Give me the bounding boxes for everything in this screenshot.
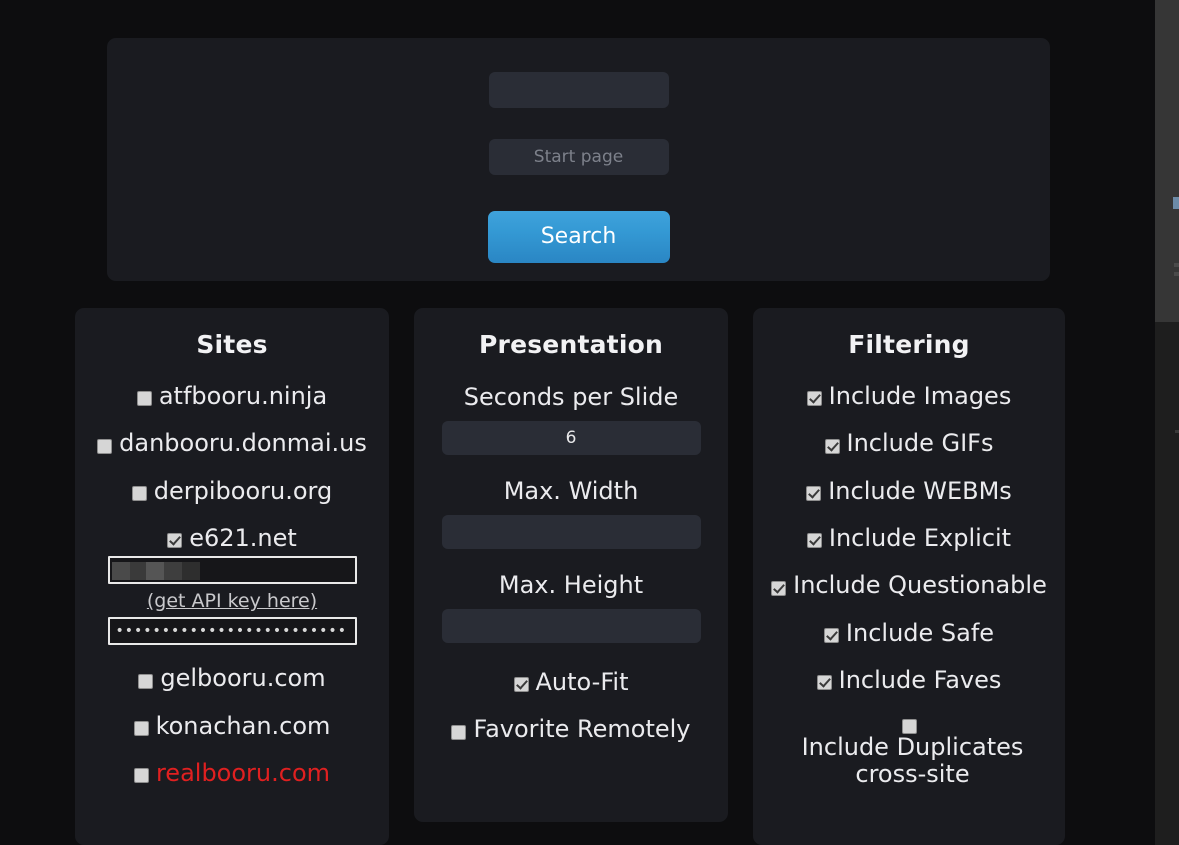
seconds-per-slide-input[interactable]	[441, 421, 701, 455]
card-sites: Sites atfbooru.ninja danbooru.donmai.us …	[75, 308, 389, 845]
site-label-danbooru: danbooru.donmai.us	[119, 429, 367, 458]
checkbox-icon-e621[interactable]	[167, 533, 183, 549]
max-height-input[interactable]	[441, 609, 701, 643]
filter-label-explicit: Include Explicit	[828, 524, 1012, 553]
filter-row-images[interactable]: Include Images	[765, 382, 1053, 410]
presentation-label-auto-fit: Auto-Fit	[535, 668, 629, 696]
checkbox-icon-konachan[interactable]	[133, 720, 149, 736]
e621-username-input[interactable]	[107, 556, 357, 585]
scrollbar-marker	[1174, 272, 1179, 276]
page-content: Search Sites atfbooru.ninja danbooru.don…	[0, 0, 1155, 845]
site-row-gelbooru[interactable]: gelbooru.com	[87, 665, 377, 692]
e621-api-key-input[interactable]	[107, 617, 357, 646]
checkbox-icon-danbooru[interactable]	[97, 438, 113, 454]
presentation-row-favorite-remotely[interactable]: Favorite Remotely	[426, 715, 716, 744]
filter-row-gifs[interactable]: Include GIFs	[765, 429, 1053, 458]
card-presentation-title: Presentation	[479, 330, 663, 359]
browser-viewport: Search Sites atfbooru.ninja danbooru.don…	[0, 0, 1179, 845]
filter-label-questionable: Include Questionable	[793, 571, 1047, 600]
site-label-atfbooru: atfbooru.ninja	[158, 382, 328, 410]
card-sites-title: Sites	[196, 330, 268, 359]
scrollbar-marker	[1174, 263, 1179, 267]
site-label-e621: e621.net	[189, 524, 297, 553]
site-row-atfbooru[interactable]: atfbooru.ninja	[87, 382, 377, 410]
checkbox-icon-gelbooru[interactable]	[138, 673, 154, 689]
start-page-input[interactable]	[488, 139, 669, 175]
site-row-konachan[interactable]: konachan.com	[87, 711, 377, 740]
max-width-input[interactable]	[441, 515, 701, 549]
presentation-label-favorite-remotely: Favorite Remotely	[473, 715, 691, 744]
checkbox-icon-derpibooru[interactable]	[131, 485, 147, 501]
checkbox-icon-include-gifs[interactable]	[824, 438, 840, 454]
checkbox-icon-include-faves[interactable]	[816, 675, 832, 691]
card-filtering: Filtering Include Images Include GIFs In…	[753, 308, 1065, 845]
checkbox-icon-atfbooru[interactable]	[136, 391, 152, 407]
label-max-height: Max. Height	[498, 571, 644, 599]
site-label-realbooru: realbooru.com	[155, 759, 331, 788]
e621-credentials: (get API key here)	[87, 556, 377, 646]
label-seconds-per-slide: Seconds per Slide	[463, 383, 679, 411]
filter-row-questionable[interactable]: Include Questionable	[765, 572, 1053, 599]
site-label-konachan: konachan.com	[155, 711, 331, 740]
filter-row-duplicates[interactable]: Include Duplicates cross-site	[765, 715, 1053, 789]
tags-search-input[interactable]	[488, 72, 669, 108]
filter-row-webms[interactable]: Include WEBMs	[765, 476, 1053, 505]
checkbox-icon-auto-fit[interactable]	[513, 677, 529, 693]
checkbox-icon-favorite-remotely[interactable]	[451, 724, 467, 740]
site-label-gelbooru: gelbooru.com	[160, 664, 326, 693]
options-cards: Sites atfbooru.ninja danbooru.donmai.us …	[0, 308, 1155, 845]
filter-row-faves[interactable]: Include Faves	[765, 666, 1053, 695]
checkbox-icon-include-explicit[interactable]	[806, 533, 822, 549]
site-row-danbooru[interactable]: danbooru.donmai.us	[87, 429, 377, 458]
checkbox-icon-include-images[interactable]	[806, 391, 822, 407]
checkbox-icon-include-duplicates[interactable]	[901, 718, 917, 734]
get-api-key-link[interactable]: (get API key here)	[87, 590, 377, 612]
scrollbar-find-marker	[1173, 197, 1179, 209]
filter-label-webms: Include WEBMs	[828, 476, 1012, 505]
checkbox-icon-include-webms[interactable]	[806, 485, 822, 501]
filter-label-duplicates: Include Duplicates cross-site	[801, 732, 1024, 788]
label-max-width: Max. Width	[503, 477, 639, 505]
filter-row-explicit[interactable]: Include Explicit	[765, 524, 1053, 553]
filter-label-safe: Include Safe	[845, 618, 995, 647]
site-label-derpibooru: derpibooru.org	[153, 476, 333, 505]
filter-row-safe[interactable]: Include Safe	[765, 618, 1053, 647]
site-row-e621[interactable]: e621.net	[87, 524, 377, 553]
checkbox-icon-include-safe[interactable]	[823, 627, 839, 643]
vertical-scrollbar[interactable]	[1155, 0, 1179, 845]
filter-label-images: Include Images	[828, 382, 1012, 410]
site-row-realbooru[interactable]: realbooru.com	[87, 759, 377, 788]
checkbox-icon-realbooru[interactable]	[133, 768, 149, 784]
card-presentation: Presentation Seconds per Slide Max. Widt…	[414, 308, 728, 822]
card-filtering-title: Filtering	[848, 330, 970, 359]
search-button[interactable]: Search	[487, 211, 670, 263]
presentation-row-auto-fit[interactable]: Auto-Fit	[426, 668, 716, 696]
filter-label-gifs: Include GIFs	[846, 429, 994, 458]
site-row-derpibooru[interactable]: derpibooru.org	[87, 476, 377, 505]
filter-label-faves: Include Faves	[838, 666, 1002, 695]
search-panel: Search	[107, 38, 1050, 281]
scrollbar-marker	[1175, 430, 1179, 433]
checkbox-icon-include-questionable[interactable]	[771, 580, 787, 596]
